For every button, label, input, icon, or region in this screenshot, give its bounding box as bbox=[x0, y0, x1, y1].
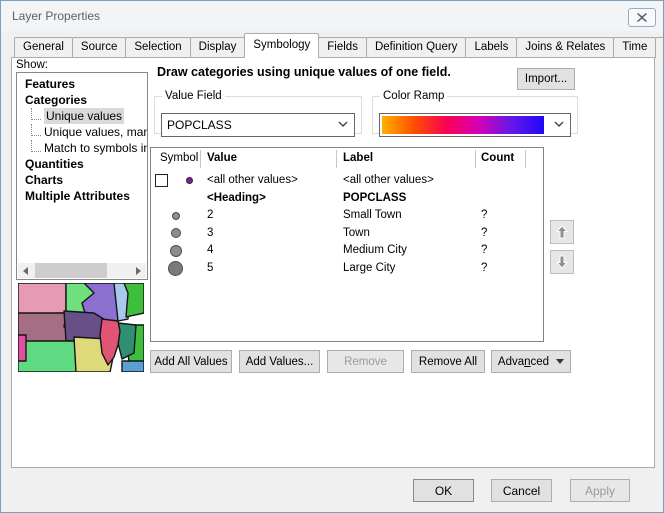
tab-html-popup[interactable]: HTML Popup bbox=[655, 37, 664, 58]
color-ramp-label: Color Ramp bbox=[380, 90, 447, 102]
show-label: Show: bbox=[16, 59, 48, 71]
arrow-down-icon bbox=[555, 255, 569, 269]
column-header-symbol[interactable]: Symbol bbox=[160, 152, 198, 164]
tree-horizontal-scrollbar[interactable] bbox=[18, 263, 146, 278]
arrow-up-icon bbox=[555, 225, 569, 239]
column-divider bbox=[475, 150, 476, 168]
remove-all-button[interactable]: Remove All bbox=[411, 350, 485, 373]
map-preview-thumbnail bbox=[18, 283, 144, 372]
column-divider bbox=[336, 150, 337, 168]
tree-item-quantities[interactable]: Quantities bbox=[17, 156, 147, 172]
window-title: Layer Properties bbox=[12, 9, 100, 23]
tab-general[interactable]: General bbox=[14, 37, 73, 58]
add-values-button[interactable]: Add Values... bbox=[239, 350, 320, 373]
tab-fields[interactable]: Fields bbox=[318, 37, 367, 58]
tab-display[interactable]: Display bbox=[190, 37, 246, 58]
table-row-value-4[interactable]: 4 Medium City ? bbox=[151, 242, 543, 260]
graduated-circle-symbol-icon[interactable] bbox=[168, 261, 183, 276]
dropdown-arrow-icon bbox=[556, 359, 564, 364]
column-divider bbox=[200, 150, 201, 168]
value-field-dropdown[interactable]: POPCLASS bbox=[161, 113, 355, 137]
table-row-all-other-values[interactable]: <all other values> <all other values> bbox=[151, 172, 543, 190]
tab-labels[interactable]: Labels bbox=[465, 37, 517, 58]
table-row-value-2[interactable]: 2 Small Town ? bbox=[151, 207, 543, 225]
graduated-circle-symbol-icon[interactable] bbox=[170, 245, 182, 257]
graduated-circle-symbol-icon[interactable] bbox=[172, 212, 180, 220]
tree-elbow-icon bbox=[31, 108, 41, 120]
instruction-text: Draw categories using unique values of o… bbox=[157, 65, 451, 79]
value-field-group: Value Field POPCLASS bbox=[154, 90, 362, 134]
ok-button[interactable]: OK bbox=[413, 479, 474, 502]
color-ramp-gradient bbox=[382, 116, 544, 134]
scrollbar-thumb[interactable] bbox=[35, 263, 107, 278]
color-ramp-dropdown[interactable] bbox=[379, 113, 571, 137]
tree-item-multiple-attributes[interactable]: Multiple Attributes bbox=[17, 188, 147, 204]
close-button[interactable] bbox=[628, 8, 656, 27]
column-header-count[interactable]: Count bbox=[481, 152, 514, 164]
graduated-circle-symbol-icon[interactable] bbox=[171, 228, 181, 238]
tab-strip: General Source Selection Display Symbolo… bbox=[14, 36, 653, 58]
tab-time[interactable]: Time bbox=[613, 37, 656, 58]
tab-definition-query[interactable]: Definition Query bbox=[366, 37, 466, 58]
color-ramp-group: Color Ramp bbox=[372, 90, 578, 134]
all-other-values-checkbox[interactable] bbox=[155, 174, 168, 187]
tab-joins-relates[interactable]: Joins & Relates bbox=[516, 37, 614, 58]
tree-item-unique-values-many[interactable]: Unique values, many bbox=[17, 124, 147, 140]
tree-elbow-icon bbox=[31, 124, 41, 136]
close-icon bbox=[637, 13, 647, 22]
apply-button[interactable]: Apply bbox=[570, 479, 630, 502]
chevron-down-icon bbox=[554, 121, 564, 127]
unique-values-table[interactable]: Symbol Value Label Count <all other valu… bbox=[150, 147, 544, 342]
import-button[interactable]: Import... bbox=[517, 68, 575, 90]
value-field-label: Value Field bbox=[162, 90, 225, 102]
cancel-button[interactable]: Cancel bbox=[491, 479, 552, 502]
scroll-right-icon[interactable] bbox=[131, 263, 146, 278]
value-field-value: POPCLASS bbox=[167, 118, 232, 132]
add-all-values-button[interactable]: Add All Values bbox=[150, 350, 232, 373]
advanced-button[interactable]: Advanced bbox=[491, 350, 571, 373]
tree-item-categories[interactable]: Categories bbox=[17, 92, 147, 108]
tree-item-features[interactable]: Features bbox=[17, 76, 147, 92]
tree-item-charts[interactable]: Charts bbox=[17, 172, 147, 188]
column-header-value[interactable]: Value bbox=[207, 152, 237, 164]
symbology-tab-page: Show: Features Categories Unique values … bbox=[11, 57, 655, 468]
tree-elbow-icon bbox=[31, 140, 41, 152]
tree-item-match-to-symbols[interactable]: Match to symbols in a bbox=[17, 140, 147, 156]
table-row-value-3[interactable]: 3 Town ? bbox=[151, 225, 543, 243]
title-bar[interactable]: Layer Properties bbox=[1, 1, 663, 31]
scroll-left-icon[interactable] bbox=[18, 263, 33, 278]
purple-point-symbol-icon[interactable] bbox=[186, 177, 193, 184]
chevron-down-icon bbox=[338, 121, 348, 127]
table-row-heading[interactable]: <Heading> POPCLASS bbox=[151, 190, 543, 208]
tab-selection[interactable]: Selection bbox=[125, 37, 190, 58]
tree-item-unique-values[interactable]: Unique values bbox=[17, 108, 147, 124]
move-up-button[interactable] bbox=[550, 220, 574, 244]
table-header-row: Symbol Value Label Count bbox=[151, 148, 543, 170]
remove-button[interactable]: Remove bbox=[327, 350, 404, 373]
move-down-button[interactable] bbox=[550, 250, 574, 274]
layer-properties-dialog: Layer Properties General Source Selectio… bbox=[0, 0, 664, 513]
tab-source[interactable]: Source bbox=[72, 37, 126, 58]
show-tree[interactable]: Features Categories Unique values Unique… bbox=[16, 72, 148, 280]
table-row-value-5[interactable]: 5 Large City ? bbox=[151, 260, 543, 278]
tab-symbology[interactable]: Symbology bbox=[244, 33, 319, 58]
column-divider bbox=[525, 150, 526, 168]
column-header-label[interactable]: Label bbox=[343, 152, 373, 164]
